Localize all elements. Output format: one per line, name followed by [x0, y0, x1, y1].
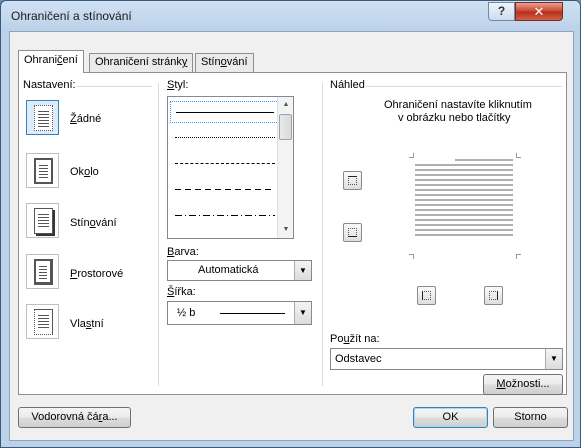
horizontal-line-button[interactable]: Vodorovná čára...	[18, 407, 131, 428]
chevron-down-icon[interactable]: ▼	[294, 261, 311, 280]
setting-shadow-icon[interactable]	[26, 203, 59, 238]
color-select[interactable]: Automatická ▼	[167, 260, 312, 281]
setting-box-label[interactable]: Okolo	[70, 166, 99, 178]
preview-vertical-divider	[322, 83, 323, 386]
corner-mark	[516, 254, 521, 259]
preview-hint-1: Ohraničení nastavíte kliknutím	[384, 99, 532, 111]
apply-label: Použít na:	[330, 333, 380, 345]
preview-area[interactable]	[409, 153, 521, 259]
preview-hint-2: v obrázku nebo tlačítky	[398, 112, 511, 124]
chevron-down-icon[interactable]: ▼	[545, 349, 562, 369]
setting-3d-label[interactable]: Prostorové	[70, 268, 123, 280]
setting-box-icon[interactable]	[26, 153, 59, 188]
style-list[interactable]: ▲ ▼	[167, 96, 294, 239]
tab-page-border[interactable]: Ohraničení stránky	[89, 53, 194, 72]
preview-text-lines	[415, 159, 513, 255]
borders-panel: Nastavení: Žádné Okolo Stínování Prostor…	[18, 72, 567, 395]
settings-divider	[77, 86, 152, 87]
settings-vertical-divider	[158, 83, 159, 386]
border-right-button[interactable]	[484, 286, 503, 305]
corner-mark	[409, 153, 414, 158]
corner-mark	[516, 153, 521, 158]
style-item-dotted[interactable]	[170, 127, 279, 149]
preview-label: Náhled	[330, 79, 365, 91]
apply-value: Odstavec	[335, 353, 382, 365]
scroll-down-icon[interactable]: ▼	[278, 222, 293, 238]
style-item-small-dash[interactable]	[170, 153, 279, 175]
border-top-button[interactable]	[343, 171, 362, 190]
setting-3d-icon[interactable]	[26, 254, 59, 289]
cancel-button[interactable]: Storno	[493, 407, 568, 428]
options-button[interactable]: Možnosti...	[483, 374, 563, 395]
apply-select[interactable]: Odstavec ▼	[330, 348, 563, 370]
tab-borders[interactable]: Ohraničení	[18, 50, 84, 73]
width-value: ½ b	[177, 307, 196, 319]
color-label: Barva:	[167, 246, 199, 258]
setting-custom-label[interactable]: Vlastní	[70, 318, 104, 330]
width-sample-line	[220, 313, 285, 314]
setting-none-icon[interactable]	[26, 100, 59, 135]
scroll-thumb[interactable]	[279, 114, 292, 140]
dialog-window: Ohraničení a stínování ? ✕ Ohraničení Oh…	[0, 0, 581, 448]
border-bottom-button[interactable]	[343, 223, 362, 242]
width-select[interactable]: ½ b ▼	[167, 301, 312, 325]
corner-mark	[409, 254, 414, 259]
setting-shadow-label[interactable]: Stínování	[70, 217, 117, 229]
style-item-dash[interactable]	[170, 179, 279, 201]
style-scrollbar[interactable]: ▲ ▼	[277, 97, 293, 238]
setting-custom-icon[interactable]	[26, 304, 59, 339]
ok-button[interactable]: OK	[413, 407, 488, 428]
chevron-down-icon[interactable]: ▼	[294, 302, 311, 324]
color-value: Automatická	[198, 264, 259, 276]
style-item-dash-dot[interactable]	[170, 205, 279, 227]
title-bar[interactable]: Ohraničení a stínování ? ✕	[1, 1, 580, 31]
style-item-solid[interactable]	[170, 101, 279, 123]
window-title: Ohraničení a stínování	[11, 9, 132, 23]
width-label: Šířka:	[167, 286, 196, 298]
style-label: Styl:	[167, 79, 189, 91]
setting-none-label[interactable]: Žádné	[70, 113, 101, 125]
tab-shading[interactable]: Stínování	[195, 53, 254, 72]
border-left-button[interactable]	[417, 286, 436, 305]
scroll-up-icon[interactable]: ▲	[278, 97, 293, 113]
preview-divider	[366, 86, 562, 87]
help-button[interactable]: ?	[488, 2, 515, 21]
close-button[interactable]: ✕	[515, 2, 563, 21]
settings-label: Nastavení:	[23, 79, 76, 91]
dialog-client: Ohraničení Ohraničení stránky Stínování …	[9, 31, 574, 441]
